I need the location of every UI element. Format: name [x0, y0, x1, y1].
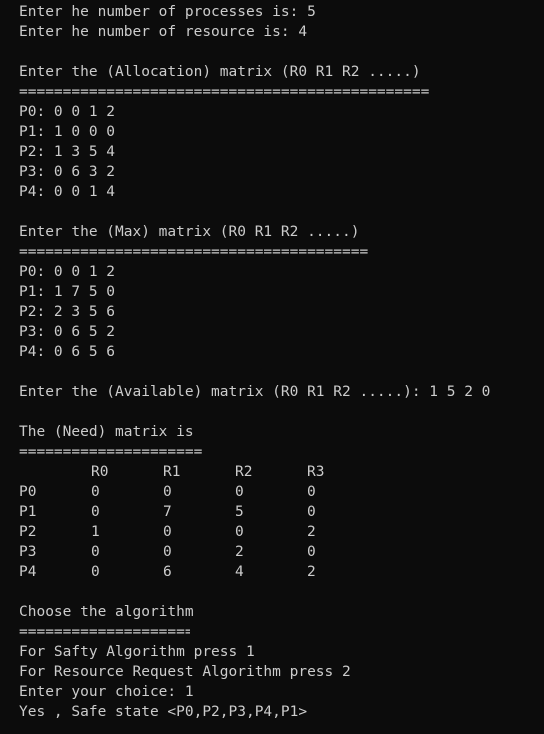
menu-rule: ==================== — [19, 624, 190, 640]
need-cell: 0 — [91, 484, 100, 500]
need-row-label: P0 — [19, 484, 37, 500]
processes-count-line: Enter he number of processes is: 5 — [19, 4, 316, 20]
need-cell: 0 — [307, 484, 316, 500]
need-cell: 7 — [163, 504, 172, 520]
allocation-prompt: Enter the (Allocation) matrix (R0 R1 R2 … — [19, 64, 421, 80]
need-header-r1: R1 — [163, 464, 181, 480]
max-rule: ======================================== — [19, 244, 369, 260]
need-cell: 2 — [307, 524, 316, 540]
need-cell: 5 — [235, 504, 244, 520]
need-row-label: P1 — [19, 504, 37, 520]
choice-line: Enter your choice: 1 — [19, 684, 194, 700]
need-rule: ===================== — [19, 444, 203, 460]
allocation-rule: ========================================… — [19, 84, 430, 100]
resource-count-line: Enter he number of resource is: 4 — [19, 24, 308, 40]
need-cell: 1 — [91, 524, 100, 540]
menu-option-safety: For Safty Algorithm press 1 — [19, 644, 255, 660]
allocation-row-p3: P3: 0 6 3 2 — [19, 164, 116, 180]
max-row-p2: P2: 2 3 5 6 — [19, 304, 116, 320]
need-cell: 2 — [307, 564, 316, 580]
need-cell: 4 — [235, 564, 244, 580]
need-cell: 6 — [163, 564, 172, 580]
need-header-r3: R3 — [307, 464, 325, 480]
need-cell: 0 — [163, 524, 172, 540]
allocation-row-p1: P1: 1 0 0 0 — [19, 124, 116, 140]
max-row-p1: P1: 1 7 5 0 — [19, 284, 116, 300]
need-cell: 0 — [91, 564, 100, 580]
max-row-p3: P3: 0 6 5 2 — [19, 324, 116, 340]
need-cell: 0 — [163, 484, 172, 500]
menu-option-resource-request: For Resource Request Algorithm press 2 — [19, 664, 351, 680]
allocation-row-p0: P0: 0 0 1 2 — [19, 104, 116, 120]
need-cell: 0 — [163, 544, 172, 560]
max-prompt: Enter the (Max) matrix (R0 R1 R2 .....) — [19, 224, 360, 240]
need-row-label: P4 — [19, 564, 37, 580]
need-cell: 0 — [307, 544, 316, 560]
need-title: The (Need) matrix is — [19, 424, 194, 440]
max-row-p4: P4: 0 6 5 6 — [19, 344, 116, 360]
result-line: Yes , Safe state <P0,P2,P3,P4,P1> — [19, 704, 308, 720]
available-prompt: Enter the (Available) matrix (R0 R1 R2 .… — [19, 384, 491, 400]
need-cell: 0 — [91, 544, 100, 560]
need-row-label: P3 — [19, 544, 37, 560]
need-cell: 0 — [307, 504, 316, 520]
need-cell: 0 — [235, 484, 244, 500]
allocation-row-p4: P4: 0 0 1 4 — [19, 184, 116, 200]
need-cell: 0 — [235, 524, 244, 540]
menu-title: Choose the algorithm — [19, 604, 194, 620]
need-header-r2: R2 — [235, 464, 253, 480]
need-cell: 2 — [235, 544, 244, 560]
need-cell: 0 — [91, 504, 100, 520]
need-row-label: P2 — [19, 524, 37, 540]
allocation-row-p2: P2: 1 3 5 4 — [19, 144, 116, 160]
max-row-p0: P0: 0 0 1 2 — [19, 264, 116, 280]
console-window[interactable]: Enter he number of processes is: 5 Enter… — [0, 0, 544, 734]
need-header-r0: R0 — [91, 464, 109, 480]
